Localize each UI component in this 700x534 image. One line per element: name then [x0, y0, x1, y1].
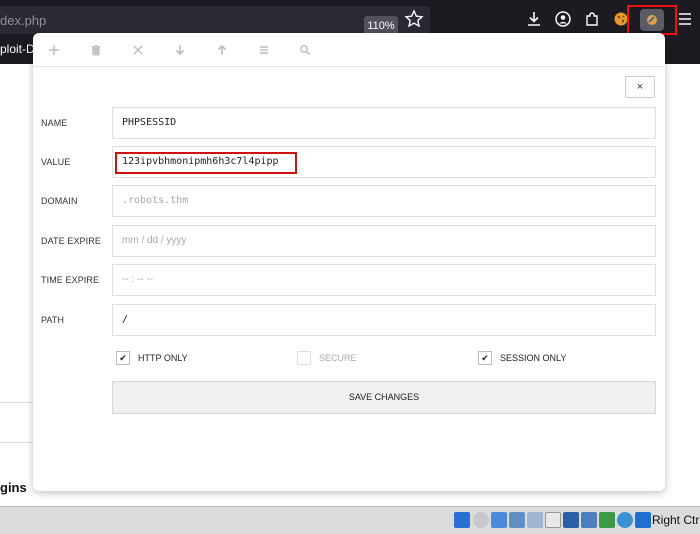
path-row: PATH /: [33, 304, 665, 336]
display-icon[interactable]: [563, 512, 579, 528]
secure-checkbox[interactable]: [297, 351, 311, 365]
date-expire-label: DATE EXPIRE: [41, 236, 101, 246]
recording-icon[interactable]: [581, 512, 597, 528]
search-icon[interactable]: [298, 43, 312, 57]
extension-highlight-box: [627, 5, 677, 35]
mouse-integration-icon[interactable]: [617, 512, 633, 528]
export-icon[interactable]: [215, 43, 229, 57]
page-partial-text: gins: [0, 480, 27, 495]
time-expire-input[interactable]: -- : -- --: [112, 264, 656, 296]
shared-folder-icon[interactable]: [545, 512, 561, 528]
secure-label: SECURE: [319, 353, 357, 363]
session-only-label: SESSION ONLY: [500, 353, 567, 363]
usb-icon[interactable]: [527, 512, 543, 528]
cpu-icon[interactable]: [599, 512, 615, 528]
path-input[interactable]: /: [112, 304, 656, 336]
add-icon[interactable]: [47, 43, 61, 57]
http-only-label: HTTP ONLY: [138, 353, 188, 363]
name-input[interactable]: PHPSESSID: [112, 107, 656, 139]
menu-hamburger-icon[interactable]: [675, 9, 695, 29]
close-button[interactable]: ×: [625, 76, 655, 98]
url-bar[interactable]: dex.php 110%: [0, 6, 430, 36]
path-label: PATH: [41, 315, 65, 325]
audio-icon[interactable]: [491, 512, 507, 528]
save-changes-button[interactable]: SAVE CHANGES: [112, 381, 656, 414]
name-label: NAME: [41, 118, 68, 128]
value-highlight-box: [115, 152, 297, 174]
keyboard-capture-icon[interactable]: [635, 512, 651, 528]
trash-icon[interactable]: [89, 43, 103, 57]
name-row: NAME PHPSESSID: [33, 107, 665, 139]
list-icon[interactable]: [257, 43, 271, 57]
network-icon[interactable]: [509, 512, 525, 528]
tab-title[interactable]: ploit-D: [0, 42, 35, 56]
url-text: dex.php: [0, 13, 47, 28]
time-expire-row: TIME EXPIRE -- : -- --: [33, 264, 665, 296]
date-expire-input[interactable]: mm / dd / yyyy: [112, 225, 656, 257]
import-icon[interactable]: [173, 43, 187, 57]
clear-icon[interactable]: [131, 43, 145, 57]
domain-input[interactable]: .robots.thm: [112, 185, 656, 217]
bookmark-star-icon[interactable]: [404, 9, 424, 29]
domain-label: DOMAIN: [41, 196, 78, 206]
downloads-icon[interactable]: [524, 9, 544, 29]
http-only-checkbox[interactable]: ✔: [116, 351, 130, 365]
host-taskbar: Right Ctrl: [0, 506, 700, 534]
flags-row: ✔ HTTP ONLY SECURE ✔ SESSION ONLY: [33, 351, 665, 367]
extensions-icon[interactable]: [582, 9, 602, 29]
account-icon[interactable]: [553, 9, 573, 29]
domain-row: DOMAIN .robots.thm: [33, 185, 665, 217]
time-expire-label: TIME EXPIRE: [41, 275, 100, 285]
optical-drive-icon[interactable]: [473, 512, 489, 528]
popup-toolbar: [33, 33, 665, 67]
host-key-label: Right Ctrl: [652, 513, 700, 527]
session-only-checkbox[interactable]: ✔: [478, 351, 492, 365]
hdd-icon[interactable]: [454, 512, 470, 528]
cookie-editor-popup: × NAME PHPSESSID VALUE 123ipvbhmonipmh6h…: [33, 33, 665, 491]
value-label: VALUE: [41, 157, 71, 167]
date-expire-row: DATE EXPIRE mm / dd / yyyy: [33, 225, 665, 257]
